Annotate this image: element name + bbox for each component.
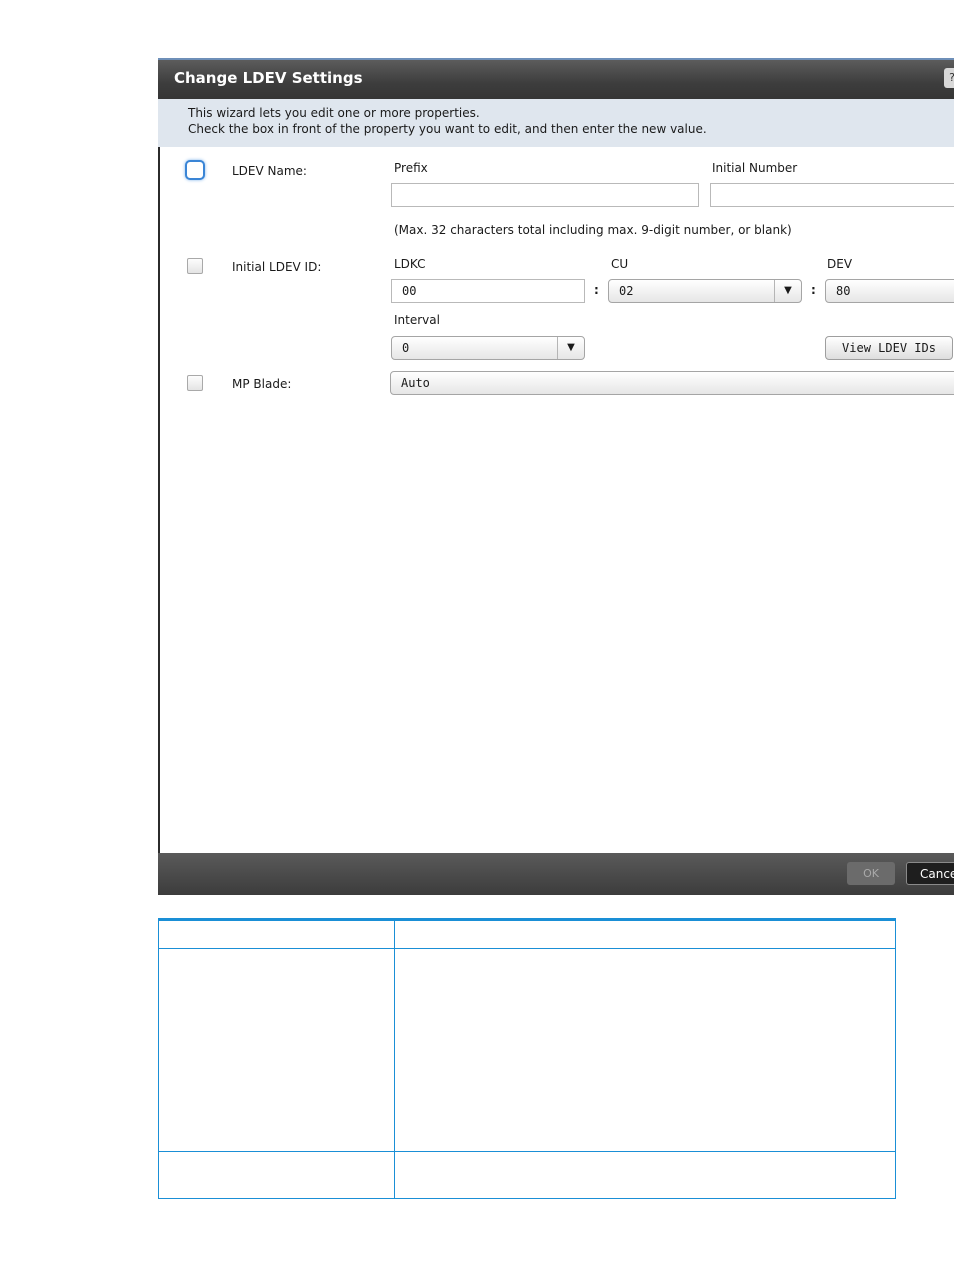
- dev-select[interactable]: 80: [825, 279, 954, 303]
- interval-value: 0: [402, 341, 410, 355]
- table-header-divider: [159, 948, 895, 949]
- ldev-name-checkbox[interactable]: [185, 160, 205, 180]
- interval-label: Interval: [394, 313, 440, 327]
- cu-label: CU: [611, 257, 629, 271]
- chevron-down-icon[interactable]: ▼: [557, 337, 584, 359]
- dialog-titlebar: Change LDEV Settings ?: [158, 58, 954, 99]
- prefix-label: Prefix: [394, 161, 428, 175]
- dialog-left-edge: [158, 147, 160, 867]
- cu-value: 02: [619, 284, 634, 298]
- ldkc-input[interactable]: 00: [391, 279, 585, 303]
- ok-button[interactable]: OK: [847, 862, 895, 885]
- ldkc-label: LDKC: [394, 257, 426, 271]
- ldev-name-label: LDEV Name:: [232, 164, 307, 178]
- mp-blade-label: MP Blade:: [232, 377, 292, 391]
- change-ldev-settings-dialog: Change LDEV Settings ? This wizard lets …: [158, 58, 954, 895]
- dev-value: 80: [836, 284, 851, 298]
- initial-number-label: Initial Number: [712, 161, 798, 175]
- table-column-divider: [394, 921, 395, 1198]
- chevron-down-icon[interactable]: ▼: [774, 280, 801, 302]
- cancel-button[interactable]: Cancel: [906, 862, 954, 885]
- ldev-name-hint: (Max. 32 characters total including max.…: [394, 223, 792, 237]
- intro-line-1: This wizard lets you edit one or more pr…: [188, 106, 480, 120]
- help-icon[interactable]: ?: [944, 68, 954, 88]
- description-table: [158, 918, 896, 1199]
- initial-number-input[interactable]: [710, 183, 954, 207]
- mp-blade-select[interactable]: Auto: [390, 371, 954, 395]
- initial-ldev-id-label: Initial LDEV ID:: [232, 260, 322, 274]
- mp-blade-value: Auto: [401, 376, 430, 390]
- cu-select[interactable]: 02 ▼: [608, 279, 802, 303]
- table-row-divider: [159, 1151, 895, 1152]
- ldkc-cu-separator: :: [594, 283, 599, 297]
- view-ldev-ids-button[interactable]: View LDEV IDs: [825, 336, 953, 360]
- mp-blade-checkbox[interactable]: [187, 375, 203, 391]
- intro-line-2: Check the box in front of the property y…: [188, 122, 707, 136]
- prefix-input[interactable]: [391, 183, 699, 207]
- initial-ldev-id-checkbox[interactable]: [187, 258, 203, 274]
- dialog-footer: OK Cancel: [158, 853, 954, 895]
- intro-panel: This wizard lets you edit one or more pr…: [158, 99, 954, 147]
- dev-label: DEV: [827, 257, 853, 271]
- interval-select[interactable]: 0 ▼: [391, 336, 585, 360]
- dialog-title: Change LDEV Settings: [174, 69, 363, 87]
- cu-dev-separator: :: [811, 283, 816, 297]
